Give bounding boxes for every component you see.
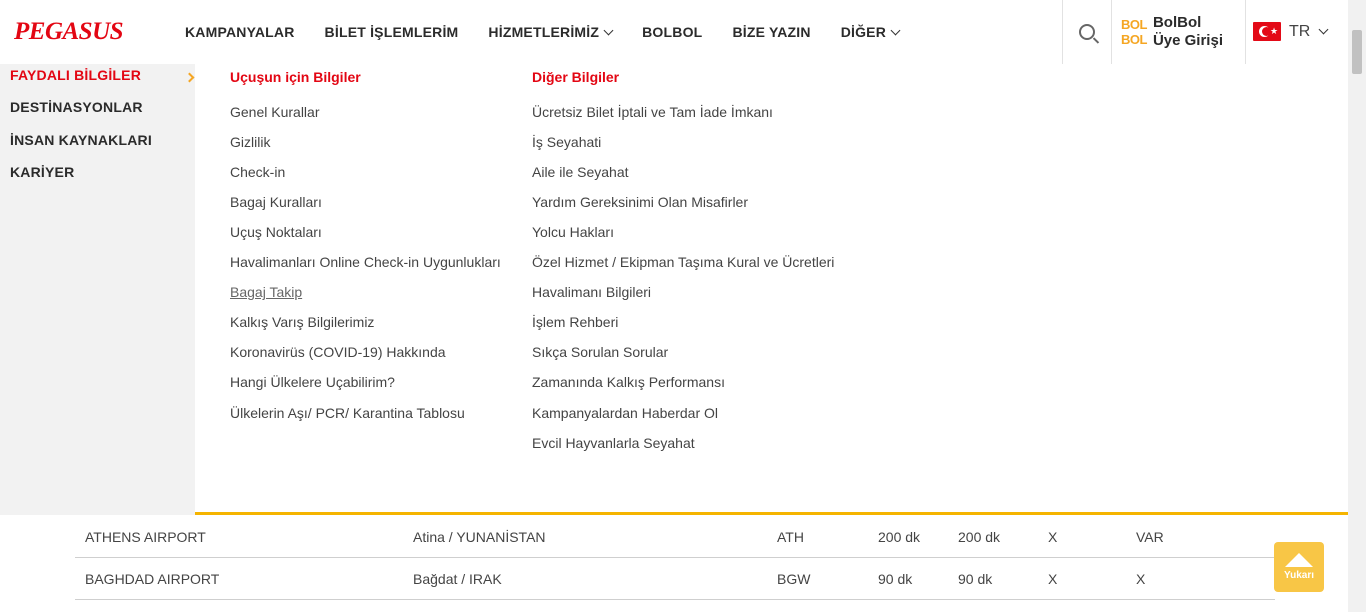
menu-link[interactable]: Hangi Ülkelere Uçabilirim? xyxy=(230,374,395,390)
nav-bize-yazin[interactable]: BİZE YAZIN xyxy=(732,24,810,40)
main-nav: KAMPANYALAR BİLET İŞLEMLERİM HİZMETLERİM… xyxy=(185,0,929,64)
turkey-flag-icon: ★ xyxy=(1253,22,1281,41)
bolbol-label: BolBol Üye Girişi xyxy=(1153,14,1223,50)
language-code: TR xyxy=(1289,22,1311,40)
city-country: Bağdat / IRAK xyxy=(413,571,502,587)
sidebar-item-insan-kaynaklari[interactable]: İNSAN KAYNAKLARI xyxy=(10,132,152,148)
menu-link[interactable]: Uçuş Noktaları xyxy=(230,224,322,240)
nav-hizmetlerimiz[interactable]: HİZMETLERİMİZ xyxy=(488,24,614,40)
airport-name: BAGHDAD AIRPORT xyxy=(85,571,220,587)
airport-table: ATHENS AIRPORT Atina / YUNANİSTAN ATH 20… xyxy=(75,516,1275,600)
menu-link[interactable]: Kalkış Varış Bilgilerimiz xyxy=(230,314,374,330)
menu-link[interactable]: Bagaj Kuralları xyxy=(230,194,322,210)
bolbol-label-line1: BolBol xyxy=(1152,14,1202,31)
sidebar-item-destinasyonlar[interactable]: DESTİNASYONLAR xyxy=(10,99,143,115)
checkin-time: 200 dk xyxy=(878,529,921,545)
mega-menu-sidebar: FAYDALI BİLGİLER DESTİNASYONLAR İNSAN KA… xyxy=(0,64,195,515)
nav-bolbol[interactable]: BOLBOL xyxy=(642,24,702,40)
sidebar-item-faydali-bilgiler[interactable]: FAYDALI BİLGİLER xyxy=(10,67,195,83)
checkin-time: 90 dk xyxy=(878,571,913,587)
site-header: PEGASUS KAMPANYALAR BİLET İŞLEMLERİM HİZ… xyxy=(0,0,1348,64)
nav-bilet-islemlerim[interactable]: BİLET İŞLEMLERİM xyxy=(325,24,459,40)
chevron-down-icon xyxy=(890,25,901,35)
menu-link[interactable]: Sıkça Sorulan Sorular xyxy=(532,344,668,360)
divider xyxy=(1111,0,1112,64)
bolbol-logo: BOL BOL xyxy=(1121,17,1147,47)
search-icon xyxy=(1079,24,1095,40)
sidebar-item-label: FAYDALI BİLGİLER xyxy=(10,67,142,83)
bolbol-login-button[interactable]: BOL BOL BolBol Üye Girişi xyxy=(1121,14,1223,50)
divider xyxy=(1245,0,1246,64)
menu-link[interactable]: Evcil Hayvanlarla Seyahat xyxy=(532,435,695,451)
availability: X xyxy=(1048,529,1058,545)
scrollbar-thumb[interactable] xyxy=(1352,30,1362,74)
availability: X xyxy=(1136,571,1146,587)
menu-link[interactable]: Kampanyalardan Haberdar Ol xyxy=(532,405,718,421)
table-row: BAGHDAD AIRPORT Bağdat / IRAK BGW 90 dk … xyxy=(75,558,1275,600)
menu-link[interactable]: Koronavirüs (COVID-19) Hakkında xyxy=(230,344,446,360)
nav-label: BOLBOL xyxy=(642,24,703,40)
menu-link[interactable]: Ücretsiz Bilet İptali ve Tam İade İmkanı xyxy=(532,104,773,120)
menu-link[interactable]: Gizlilik xyxy=(230,134,270,150)
chevron-down-icon xyxy=(1318,24,1329,35)
menu-link[interactable]: İşlem Rehberi xyxy=(532,314,618,330)
column-title-diger-bilgiler: Diğer Bilgiler xyxy=(532,69,620,85)
nav-label: DİĞER xyxy=(840,24,887,40)
nav-label: BİZE YAZIN xyxy=(732,24,811,40)
back-to-top-button[interactable]: Yukarı xyxy=(1274,542,1324,592)
bolbol-logo-line: BOL xyxy=(1121,17,1147,32)
menu-link[interactable]: Yardım Gereksinimi Olan Misafirler xyxy=(532,194,748,210)
airport-code: ATH xyxy=(777,529,804,545)
pegasus-logo[interactable]: PEGASUS xyxy=(14,18,124,46)
availability: VAR xyxy=(1136,529,1164,545)
nav-label: HİZMETLERİMİZ xyxy=(488,24,600,40)
nav-label: BİLET İŞLEMLERİM xyxy=(324,24,459,40)
menu-link[interactable]: Aile ile Seyahat xyxy=(532,164,629,180)
checkin-time: 200 dk xyxy=(958,529,1001,545)
menu-link[interactable]: Havalimanı Bilgileri xyxy=(532,284,651,300)
menu-link[interactable]: Havalimanları Online Check-in Uygunlukla… xyxy=(230,254,501,270)
mega-menu: FAYDALI BİLGİLER DESTİNASYONLAR İNSAN KA… xyxy=(0,64,1348,515)
nav-label: KAMPANYALAR xyxy=(185,24,295,40)
bolbol-logo-line: BOL xyxy=(1121,32,1147,47)
language-selector[interactable]: ★ TR xyxy=(1253,22,1329,41)
menu-link[interactable]: Check-in xyxy=(230,164,285,180)
availability: X xyxy=(1048,571,1058,587)
sidebar-item-kariyer[interactable]: KARİYER xyxy=(10,164,74,180)
arrow-up-icon xyxy=(1285,553,1313,567)
menu-link[interactable]: Genel Kurallar xyxy=(230,104,320,120)
chevron-down-icon xyxy=(603,25,614,35)
menu-link[interactable]: Ülkelerin Aşı/ PCR/ Karantina Tablosu xyxy=(230,405,465,421)
menu-link[interactable]: Özel Hizmet / Ekipman Taşıma Kural ve Üc… xyxy=(532,254,834,270)
city-country: Atina / YUNANİSTAN xyxy=(413,529,546,545)
airport-code: BGW xyxy=(777,571,811,587)
page-scrollbar[interactable] xyxy=(1348,0,1366,612)
menu-link[interactable]: Yolcu Hakları xyxy=(532,224,614,240)
airport-name: ATHENS AIRPORT xyxy=(85,529,206,545)
nav-diger[interactable]: DİĞER xyxy=(840,24,901,40)
bolbol-label-line2: Üye Girişi xyxy=(1152,32,1223,49)
back-to-top-label: Yukarı xyxy=(1283,570,1315,581)
menu-link[interactable]: İş Seyahati xyxy=(532,134,601,150)
search-button[interactable] xyxy=(1063,0,1111,64)
table-row: ATHENS AIRPORT Atina / YUNANİSTAN ATH 20… xyxy=(75,516,1275,558)
menu-link[interactable]: Zamanında Kalkış Performansı xyxy=(532,374,725,390)
column-title-ucus-bilgileri: Uçuşun için Bilgiler xyxy=(230,69,361,85)
nav-kampanyalar[interactable]: KAMPANYALAR xyxy=(185,24,295,40)
chevron-right-icon xyxy=(184,72,195,83)
menu-link-hovered[interactable]: Bagaj Takip xyxy=(230,284,302,300)
checkin-time: 90 dk xyxy=(958,571,993,587)
